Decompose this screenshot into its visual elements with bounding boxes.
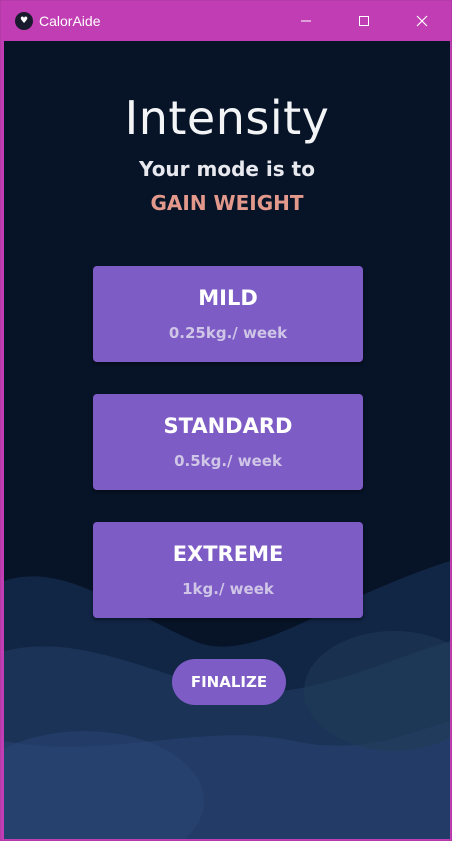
close-icon — [416, 15, 428, 27]
maximize-button[interactable] — [335, 1, 393, 41]
option-rate: 1kg./ week — [182, 580, 274, 598]
page-subtitle: Your mode is to — [139, 157, 315, 181]
title-bar[interactable]: ♥ CalorAide — [1, 1, 451, 41]
mode-label: GAIN WEIGHT — [150, 191, 304, 215]
finalize-button[interactable]: FINALIZE — [172, 659, 286, 705]
page-title: Intensity — [124, 91, 330, 145]
option-rate: 0.25kg./ week — [168, 324, 288, 342]
option-name: STANDARD — [163, 414, 293, 438]
maximize-icon — [359, 16, 369, 26]
option-mild-button[interactable]: MILD 0.25kg./ week — [93, 266, 363, 362]
option-extreme-button[interactable]: EXTREME 1kg./ week — [93, 522, 363, 618]
option-rate: 0.5kg./ week — [174, 452, 282, 470]
option-name: EXTREME — [172, 542, 284, 566]
minimize-icon — [301, 20, 311, 22]
option-standard-button[interactable]: STANDARD 0.5kg./ week — [93, 394, 363, 490]
main-content: Intensity Your mode is to GAIN WEIGHT MI… — [4, 41, 450, 839]
window-title: CalorAide — [39, 13, 101, 29]
minimize-button[interactable] — [277, 1, 335, 41]
app-logo-icon: ♥ — [15, 12, 33, 30]
app-window: ♥ CalorAide Intensity Your mode is to GA… — [0, 0, 452, 841]
option-name: MILD — [198, 286, 258, 310]
close-button[interactable] — [393, 1, 451, 41]
